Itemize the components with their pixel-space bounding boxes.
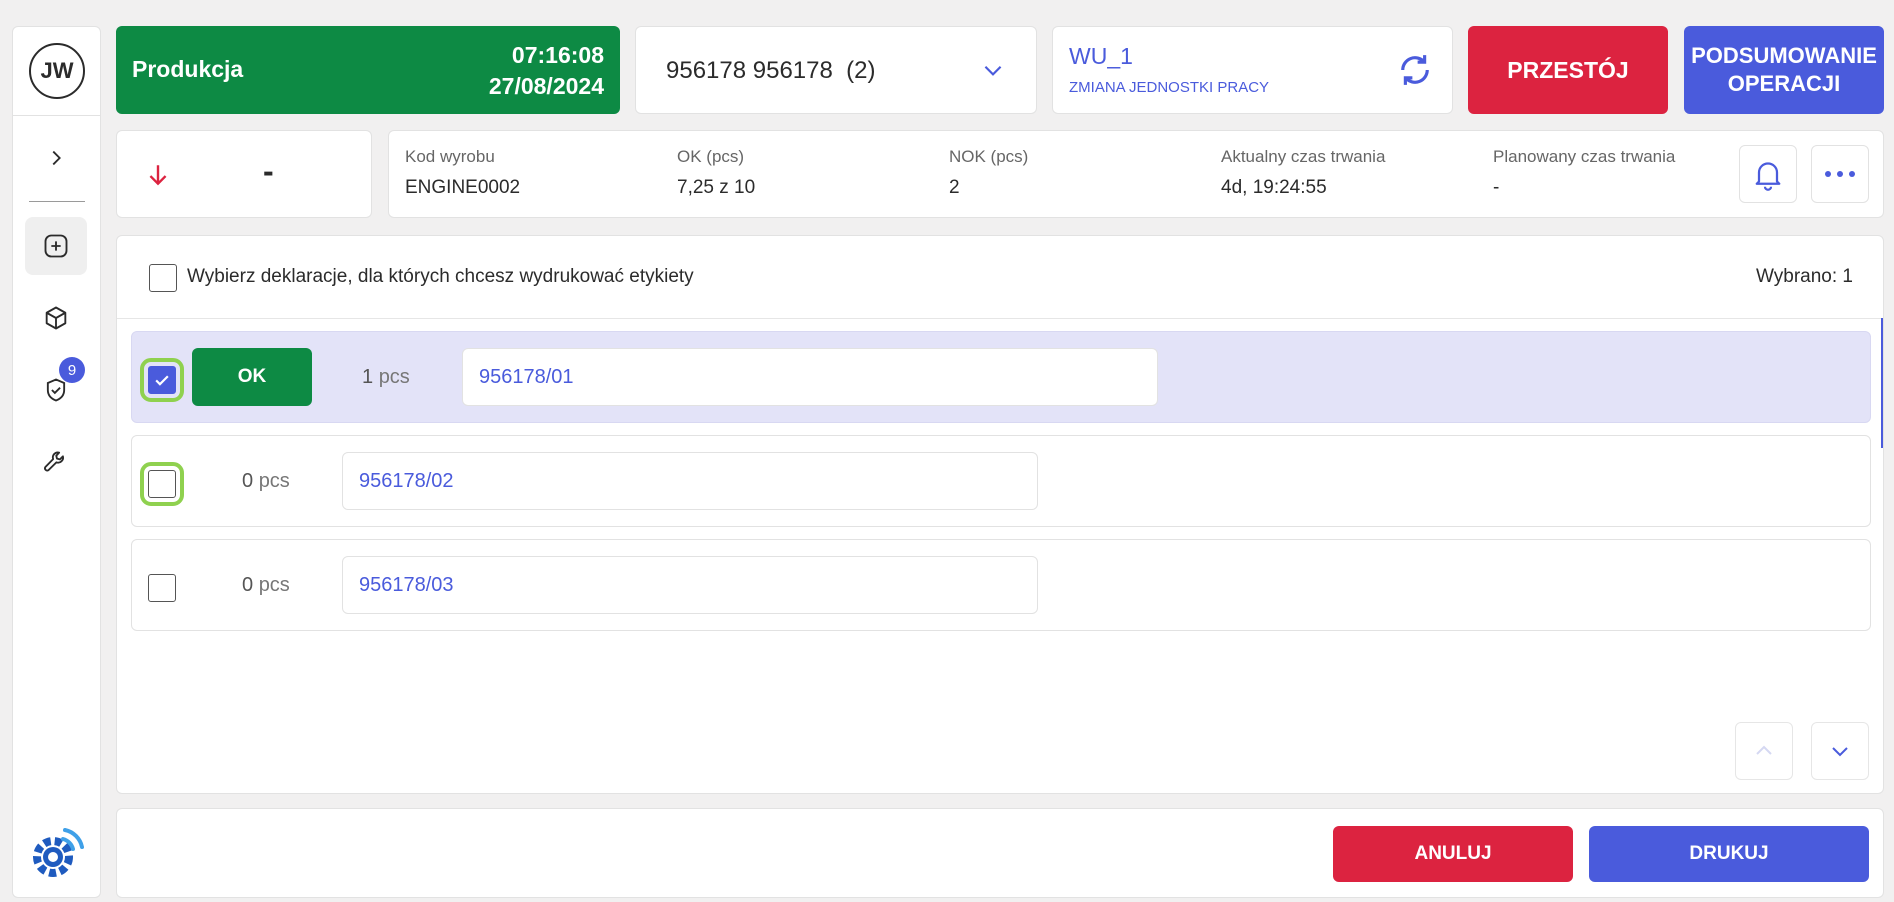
lot-number-field[interactable]: 956178/01 [462,348,1158,406]
info-current-duration: Aktualny czas trwania 4d, 19:24:55 [1221,147,1385,199]
status-badge: OK [192,348,312,406]
info-value: 4d, 19:24:55 [1221,177,1327,198]
info-ok-count: OK (pcs) 7,25 z 10 [677,147,755,199]
declaration-row[interactable]: 0 pcs 956178/02 [131,435,1871,527]
info-product-code: Kod wyrobu ENGINE0002 [405,147,520,199]
more-horizontal-icon [1825,171,1855,177]
more-options-button[interactable] [1811,145,1869,203]
chevron-down-icon [984,65,1002,76]
sidebar-item-maintenance[interactable] [25,433,87,491]
bell-icon [1755,162,1781,191]
checkmark-icon [155,375,169,386]
row-checkbox[interactable] [140,358,184,402]
status-date: 27/08/2024 [488,73,604,99]
info-label: Kod wyrobu [405,147,495,166]
sidebar: JW 9 [12,26,101,898]
work-unit-title: WU_1 [1069,43,1133,69]
select-all-checkbox[interactable] [149,264,177,292]
info-value: 7,25 z 10 [677,177,756,198]
app-logo [27,825,87,886]
sidebar-item-products[interactable] [25,289,87,347]
footer-actions: ANULUJ DRUKUJ [116,808,1884,898]
info-label: NOK (pcs) [949,147,1029,166]
declaration-row[interactable]: OK 1 pcs 956178/01 [131,331,1871,423]
work-unit-subtitle: ZMIANA JEDNOSTKI PRACY [1069,79,1270,96]
selected-count: Wybrano: 1 [1756,266,1853,287]
header-divider [117,318,1883,319]
arrow-down-icon [149,165,167,186]
row-quantity: 0 pcs [242,574,290,597]
chevron-up-icon [1756,745,1772,755]
label-print-panel: Wybierz deklaracje, dla których chcesz w… [116,235,1884,794]
lot-number-field[interactable]: 956178/02 [342,452,1038,510]
sidebar-divider-short [29,201,85,202]
work-unit-tile[interactable]: WU_1 ZMIANA JEDNOSTKI PRACY [1052,26,1453,114]
trend-tile: - [116,130,372,218]
row-quantity: 1 pcs [362,366,410,389]
lot-number-field[interactable]: 956178/03 [342,556,1038,614]
plus-square-icon [44,234,68,258]
scroll-up-button[interactable] [1735,722,1793,780]
sidebar-divider [13,115,100,116]
trend-value: - [263,153,274,189]
cube-icon [45,306,67,330]
order-select[interactable]: 956178 956178 (2) [635,26,1037,114]
declaration-row[interactable]: 0 pcs 956178/03 [131,539,1871,631]
downtime-button[interactable]: PRZESTÓJ [1468,26,1668,114]
info-label: Aktualny czas trwania [1221,147,1386,166]
cancel-button[interactable]: ANULUJ [1333,826,1573,882]
quantity-value: 1 [362,366,374,388]
quantity-unit: pcs [258,470,290,492]
quantity-unit: pcs [378,366,410,388]
notification-badge: 9 [59,357,85,383]
panel-instruction: Wybierz deklaracje, dla których chcesz w… [187,266,694,287]
avatar[interactable]: JW [29,43,85,99]
chevron-down-icon [1832,747,1848,757]
print-button[interactable]: DRUKUJ [1589,826,1869,882]
gear-wifi-logo-icon [33,828,84,877]
row-quantity: 0 pcs [242,470,290,493]
sidebar-item-quality[interactable]: 9 [25,357,87,419]
info-value: ENGINE0002 [405,177,521,198]
notifications-button[interactable] [1739,145,1797,203]
status-label: Produkcja [132,56,244,82]
wrench-icon [44,451,64,472]
info-nok-count: NOK (pcs) 2 [949,147,1028,199]
info-planned-duration: Planowany czas trwania - [1493,147,1675,199]
quantity-value: 0 [242,470,254,492]
info-value: - [1493,177,1500,198]
info-value: 2 [949,177,960,198]
info-label: OK (pcs) [677,147,745,166]
scrollbar[interactable] [1881,318,1883,448]
status-time: 07:16:08 [511,42,604,68]
quantity-value: 0 [242,574,254,596]
sidebar-expand-button[interactable] [25,129,87,187]
status-datetime: 07:16:08 27/08/2024 [489,40,604,102]
info-label: Planowany czas trwania [1493,147,1676,166]
order-select-value: 956178 956178 (2) [666,57,876,84]
refresh-icon[interactable] [1394,49,1436,91]
operation-summary-button[interactable]: PODSUMOWANIE OPERACJI [1684,26,1884,114]
chevron-right-icon [52,150,61,166]
quantity-unit: pcs [258,574,290,596]
row-checkbox[interactable] [148,574,176,602]
operation-info: Kod wyrobu ENGINE0002 OK (pcs) 7,25 z 10… [388,130,1884,218]
row-checkbox[interactable] [140,462,184,506]
scroll-down-button[interactable] [1811,722,1869,780]
production-status-tile: Produkcja 07:16:08 27/08/2024 [116,26,620,114]
sidebar-item-declarations[interactable] [25,217,87,275]
